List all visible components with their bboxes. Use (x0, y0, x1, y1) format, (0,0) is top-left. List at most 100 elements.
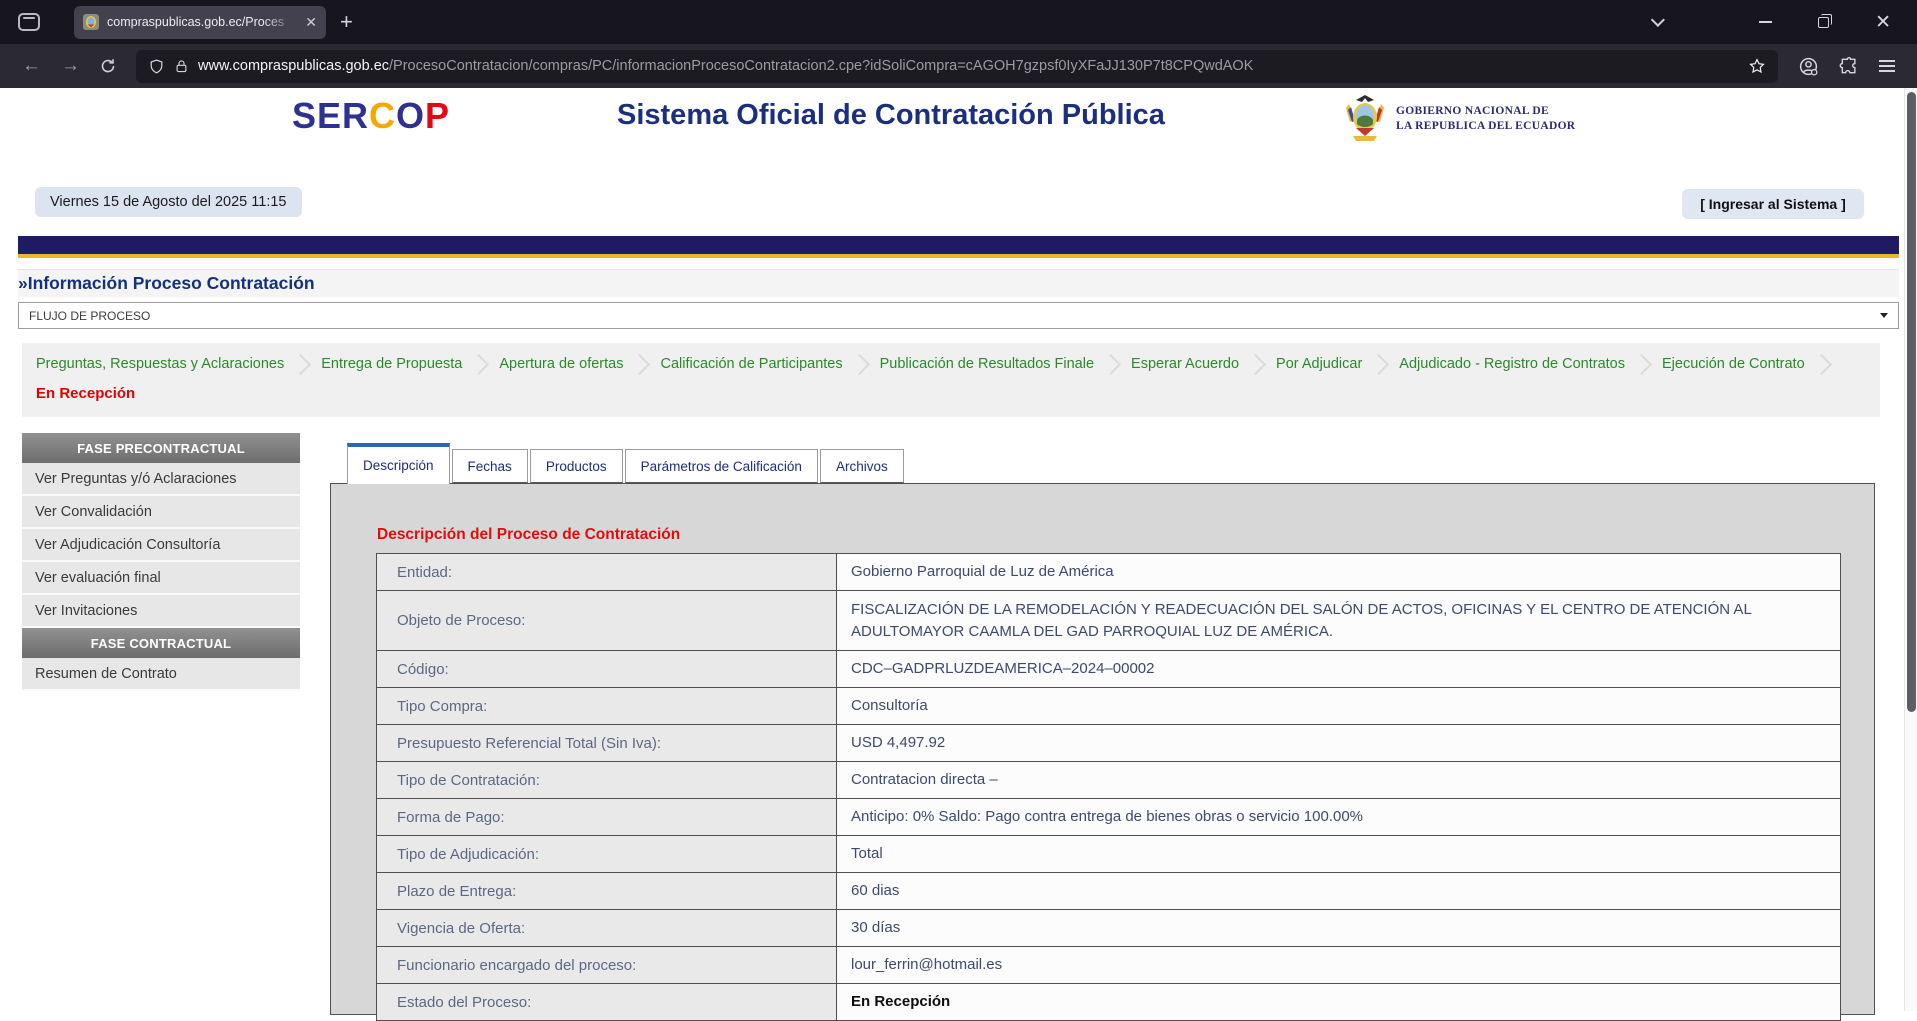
toolbar-icons (1788, 56, 1905, 77)
row-label: Tipo Compra: (377, 688, 837, 724)
row-label: Tipo de Adjudicación: (377, 836, 837, 872)
restore-button[interactable] (1818, 17, 1829, 28)
government-text: GOBIERNO NACIONAL DE LA REPUBLICA DEL EC… (1396, 104, 1575, 134)
sidebar-item-ver-preguntas[interactable]: Ver Preguntas y/ó Aclaraciones (22, 463, 300, 496)
row-value: FISCALIZACIÓN DE LA REMODELACIÓN Y READE… (837, 591, 1840, 650)
row-label: Presupuesto Referencial Total (Sin Iva): (377, 725, 837, 761)
row-value: Total (837, 836, 1840, 872)
flow-step[interactable]: Entrega de Propuesta (321, 356, 462, 372)
row-label: Vigencia de Oferta: (377, 910, 837, 946)
flow-select[interactable]: FLUJO DE PROCESO (18, 302, 1899, 329)
flow-step[interactable]: Esperar Acuerdo (1131, 356, 1239, 372)
table-row: Estado del Proceso:En Recepción (377, 984, 1840, 1021)
minimize-button[interactable] (1759, 21, 1772, 23)
browser-tab[interactable]: compraspublicas.gob.ec/Proces ✕ (74, 6, 326, 39)
tab-productos[interactable]: Productos (530, 449, 623, 483)
new-tab-button[interactable]: + (340, 9, 353, 35)
bookmark-star-icon[interactable] (1748, 57, 1766, 75)
sercop-logo: SERCOP (292, 95, 450, 137)
tab-archivos[interactable]: Archivos (820, 449, 904, 483)
flow-step[interactable]: Por Adjudicar (1276, 356, 1362, 372)
extensions-puzzle-icon[interactable] (1839, 56, 1859, 76)
table-row: Tipo de Contratación:Contratacion direct… (377, 762, 1840, 799)
row-label: Estado del Proceso: (377, 984, 837, 1020)
row-label: Código: (377, 651, 837, 687)
description-panel: Descripción del Proceso de Contratación … (330, 483, 1875, 1015)
chevron-right-icon (629, 353, 650, 374)
lock-icon[interactable] (174, 58, 189, 75)
sidebar-item-ver-convalidacion[interactable]: Ver Convalidación (22, 496, 300, 529)
url-host: www.compraspublicas.gob.ec (198, 58, 389, 74)
gov-line1: GOBIERNO NACIONAL DE (1396, 104, 1575, 119)
browser-toolbar: ← → www.compraspublicas.gob.ec/ProcesoCo… (0, 44, 1917, 88)
navy-divider-bar (18, 236, 1899, 258)
sidebar-item-ver-adjudicacion[interactable]: Ver Adjudicación Consultoría (22, 529, 300, 562)
government-logo: GOBIERNO NACIONAL DE LA REPUBLICA DEL EC… (1343, 94, 1575, 144)
favicon-coat-of-arms-icon (83, 14, 99, 30)
row-value: lour_ferrin@hotmail.es (837, 947, 1840, 983)
flow-step[interactable]: Apertura de ofertas (499, 356, 623, 372)
logo-text-p: P (425, 95, 450, 136)
flow-step[interactable]: Preguntas, Respuestas y Aclaraciones (36, 356, 284, 372)
tab-parametros[interactable]: Parámetros de Calificación (625, 449, 818, 483)
tab-fechas[interactable]: Fechas (452, 449, 528, 483)
reload-button[interactable] (90, 58, 126, 74)
table-row: Objeto de Proceso:FISCALIZACIÓN DE LA RE… (377, 591, 1840, 651)
table-row: Forma de Pago:Anticipo: 0% Saldo: Pago c… (377, 799, 1840, 836)
sidebar-item-resumen-contrato[interactable]: Resumen de Contrato (22, 658, 300, 691)
row-label: Entidad: (377, 554, 837, 590)
scrollbar-thumb[interactable] (1907, 92, 1916, 712)
tab-descripcion[interactable]: Descripción (347, 443, 450, 484)
shield-icon[interactable] (148, 58, 165, 75)
browser-chrome: compraspublicas.gob.ec/Proces ✕ + ✕ ← → … (0, 0, 1917, 88)
flow-step[interactable]: Publicación de Resultados Finale (880, 356, 1094, 372)
panel-heading: Descripción del Proceso de Contratación (377, 526, 680, 544)
forward-button[interactable]: → (51, 55, 90, 77)
menu-hamburger-icon[interactable] (1879, 60, 1895, 72)
flow-step[interactable]: Ejecución de Contrato (1662, 356, 1805, 372)
chevron-right-icon (849, 353, 870, 374)
table-row: Funcionario encargado del proceso:lour_f… (377, 947, 1840, 984)
table-row: Tipo de Adjudicación:Total (377, 836, 1840, 873)
flow-step[interactable]: Calificación de Participantes (660, 356, 842, 372)
back-button[interactable]: ← (12, 55, 51, 77)
row-value: Consultoría (837, 688, 1840, 724)
chevron-right-icon (290, 353, 311, 374)
sidebar-header-contractual: FASE CONTRACTUAL (22, 628, 300, 658)
table-row: Vigencia de Oferta:30 días (377, 910, 1840, 947)
select-caret-icon (1880, 313, 1888, 318)
close-button[interactable]: ✕ (1875, 13, 1891, 32)
table-row: Código:CDC–GADPRLUZDEAMERICA–2024–00002 (377, 651, 1840, 688)
sidebar-item-ver-invitaciones[interactable]: Ver Invitaciones (22, 595, 300, 628)
logo-text-ser: SER (292, 95, 369, 136)
table-row: Entidad:Gobierno Parroquial de Luz de Am… (377, 554, 1840, 591)
row-value: Anticipo: 0% Saldo: Pago contra entrega … (837, 799, 1840, 835)
row-label: Tipo de Contratación: (377, 762, 837, 798)
section-title: »Información Proceso Contratación (18, 269, 1899, 297)
tab-close-icon[interactable]: ✕ (305, 14, 317, 31)
row-label: Funcionario encargado del proceso: (377, 947, 837, 983)
table-row: Presupuesto Referencial Total (Sin Iva):… (377, 725, 1840, 762)
content-tabs: Descripción Fechas Productos Parámetros … (347, 443, 904, 483)
web-page: SERCOP Sistema Oficial de Contratación P… (0, 88, 1917, 1011)
list-all-tabs-chevron-icon[interactable] (1651, 13, 1665, 27)
login-button[interactable]: [ Ingresar al Sistema ] (1682, 189, 1864, 219)
chevron-right-icon (1245, 353, 1266, 374)
url-text[interactable]: www.compraspublicas.gob.ec/ProcesoContra… (198, 58, 1739, 74)
ecuador-coat-of-arms-icon (1343, 94, 1387, 144)
chevron-right-icon (1631, 353, 1652, 374)
firefox-view-icon[interactable] (18, 13, 40, 31)
chevron-right-icon (1811, 353, 1832, 374)
page-title: Sistema Oficial de Contratación Pública (617, 99, 1165, 132)
page-scrollbar[interactable] (1904, 88, 1917, 1011)
row-value: 30 días (837, 910, 1840, 946)
process-flow-band: Preguntas, Respuestas y Aclaraciones Ent… (22, 343, 1880, 417)
table-row: Plazo de Entrega:60 dias (377, 873, 1840, 910)
flow-step[interactable]: Adjudicado - Registro de Contratos (1399, 356, 1625, 372)
logo-text-c: C (369, 95, 396, 136)
sidebar-item-ver-evaluacion[interactable]: Ver evaluación final (22, 562, 300, 595)
chevron-right-icon (1100, 353, 1121, 374)
url-bar[interactable]: www.compraspublicas.gob.ec/ProcesoContra… (136, 50, 1778, 83)
account-icon[interactable] (1798, 56, 1819, 77)
process-flow-steps: Preguntas, Respuestas y Aclaraciones Ent… (36, 356, 1866, 372)
